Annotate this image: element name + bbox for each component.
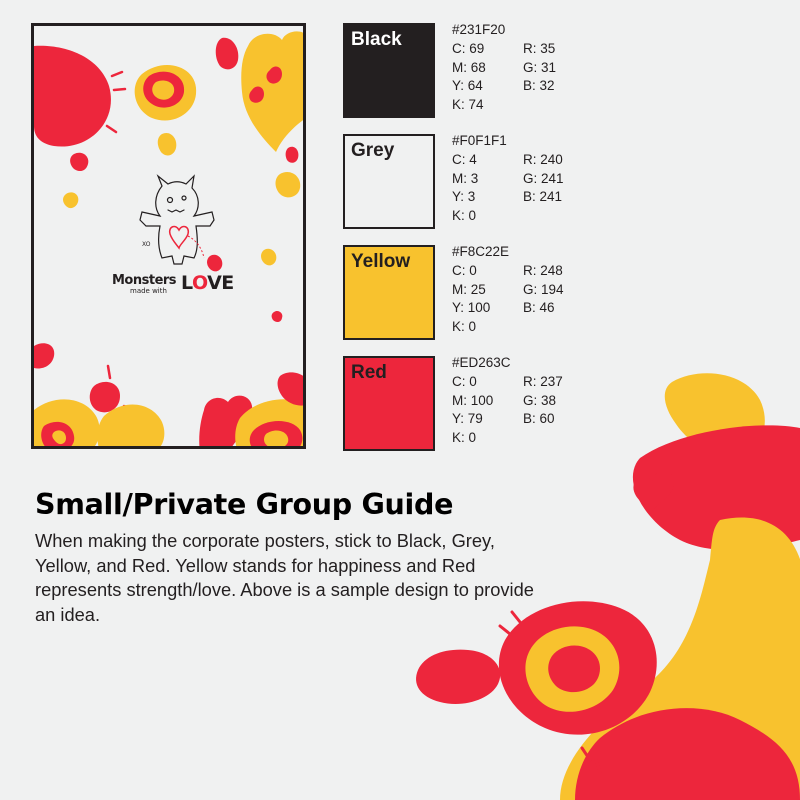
swatch-rgb-g: G: 241: [523, 170, 564, 186]
poster-red-dot-small: [271, 310, 283, 323]
swatch-cmyk-m: M: 3: [452, 170, 479, 186]
swatch-cmyk-k: K: 74: [452, 96, 484, 112]
brand-logo: Monsters made with LOVE: [112, 270, 242, 310]
swatch-cmyk-m: M: 68: [452, 59, 486, 75]
swatch-hex: #F8C22E: [452, 244, 510, 259]
poster-red-blob-bottom-left: [34, 343, 55, 369]
poster-red-dot: [70, 152, 89, 172]
swatch-row-yellow: Yellow #F8C22E C: 0 M: 25 Y: 100 K: 0 R: 248 G:…: [343, 244, 763, 340]
swatch-row-black: Black #231F20 C: 69 M: 68 Y: 64 K: 74 R: 35 G: …: [343, 22, 763, 118]
swatch-row-red: Red #ED263C C: 0 M: 100 Y: 79 K: 0 R: 237 G: 38…: [343, 355, 763, 451]
swatch-name: Black: [351, 29, 402, 50]
poster-red-drop: [215, 37, 239, 70]
swatch-cmyk-c: C: 69: [452, 41, 485, 56]
swatch-cmyk-y: Y: 64: [452, 78, 483, 93]
swatch-rgb-r: R: 240: [523, 152, 563, 167]
swatch-rgb-b: B: 46: [523, 300, 555, 315]
monster-tag-text: XO: [142, 241, 151, 248]
poster-yellow-dot-left: [63, 192, 79, 209]
poster-artwork: XO: [34, 31, 303, 446]
red-blob-small: [416, 649, 501, 704]
swatch-cmyk-y: Y: 79: [452, 411, 483, 426]
swatch-rgb-r: R: 237: [523, 374, 563, 389]
poster-yellow-dot-mid: [261, 248, 277, 266]
poster-red-blob-bottom-mid: [89, 381, 120, 413]
swatch-rgb-b: B: 241: [523, 189, 563, 204]
swatch-box: Grey: [343, 134, 435, 229]
swatch-rgb-r: R: 35: [523, 41, 556, 56]
guide-body: When making the corporate posters, stick…: [35, 530, 534, 625]
swatch-rgb-g: G: 38: [523, 392, 557, 408]
swatch-box: Black: [343, 23, 435, 118]
swatch-cmyk-c: C: 0: [452, 263, 477, 278]
swatch-row-grey: Grey #F0F1F1 C: 4 M: 3 Y: 3 K: 0 R: 240 G: 241 B…: [343, 133, 763, 229]
brand-logo-word: Monsters: [112, 273, 177, 288]
swatch-name: Grey: [351, 140, 395, 161]
monster-drawing-icon: [139, 174, 215, 265]
poster-red-dot-mid: [207, 254, 223, 272]
swatch-cmyk-m: M: 25: [452, 281, 486, 297]
swatch-hex: #F0F1F1: [452, 133, 507, 148]
swatch-rgb-b: B: 32: [523, 78, 555, 93]
poster-red-blob-top-left: [34, 45, 111, 147]
poster-yellow-drop: [157, 132, 177, 156]
swatch-rgb-g: G: 31: [523, 59, 557, 75]
swatch-box: Yellow: [343, 245, 435, 340]
guide-title: Small/Private Group Guide: [35, 488, 454, 521]
swatch-rgb-r: R: 248: [523, 263, 563, 278]
brand-logo-love: LOVE: [181, 272, 234, 294]
swatch-cmyk-m: M: 100: [452, 392, 494, 408]
swatch-cmyk-y: Y: 3: [452, 189, 476, 204]
swatch-box: Red: [343, 356, 435, 451]
swatch-rgb-b: B: 60: [523, 411, 555, 426]
poster-yellow-drop-right: [275, 171, 301, 198]
brand-logo-sub: made with: [130, 287, 167, 295]
poster-red-drop-right: [285, 146, 299, 163]
swatch-hex: #ED263C: [452, 355, 511, 370]
swatch-name: Yellow: [351, 251, 411, 272]
monster-heart-icon: [168, 225, 190, 250]
swatch-rgb-g: G: 194: [523, 281, 564, 297]
swatch-cmyk-c: C: 4: [452, 152, 477, 167]
sample-poster: XO Monsters made with LOVE: [31, 23, 306, 449]
swatch-cmyk-c: C: 0: [452, 374, 477, 389]
swatch-hex: #231F20: [452, 22, 506, 37]
swatch-cmyk-k: K: 0: [452, 207, 477, 223]
swatch-name: Red: [351, 362, 387, 383]
swatch-cmyk-k: K: 0: [452, 429, 477, 445]
red-ring-core: [548, 645, 600, 693]
swatch-cmyk-k: K: 0: [452, 318, 477, 334]
swatch-cmyk-y: Y: 100: [452, 300, 491, 315]
